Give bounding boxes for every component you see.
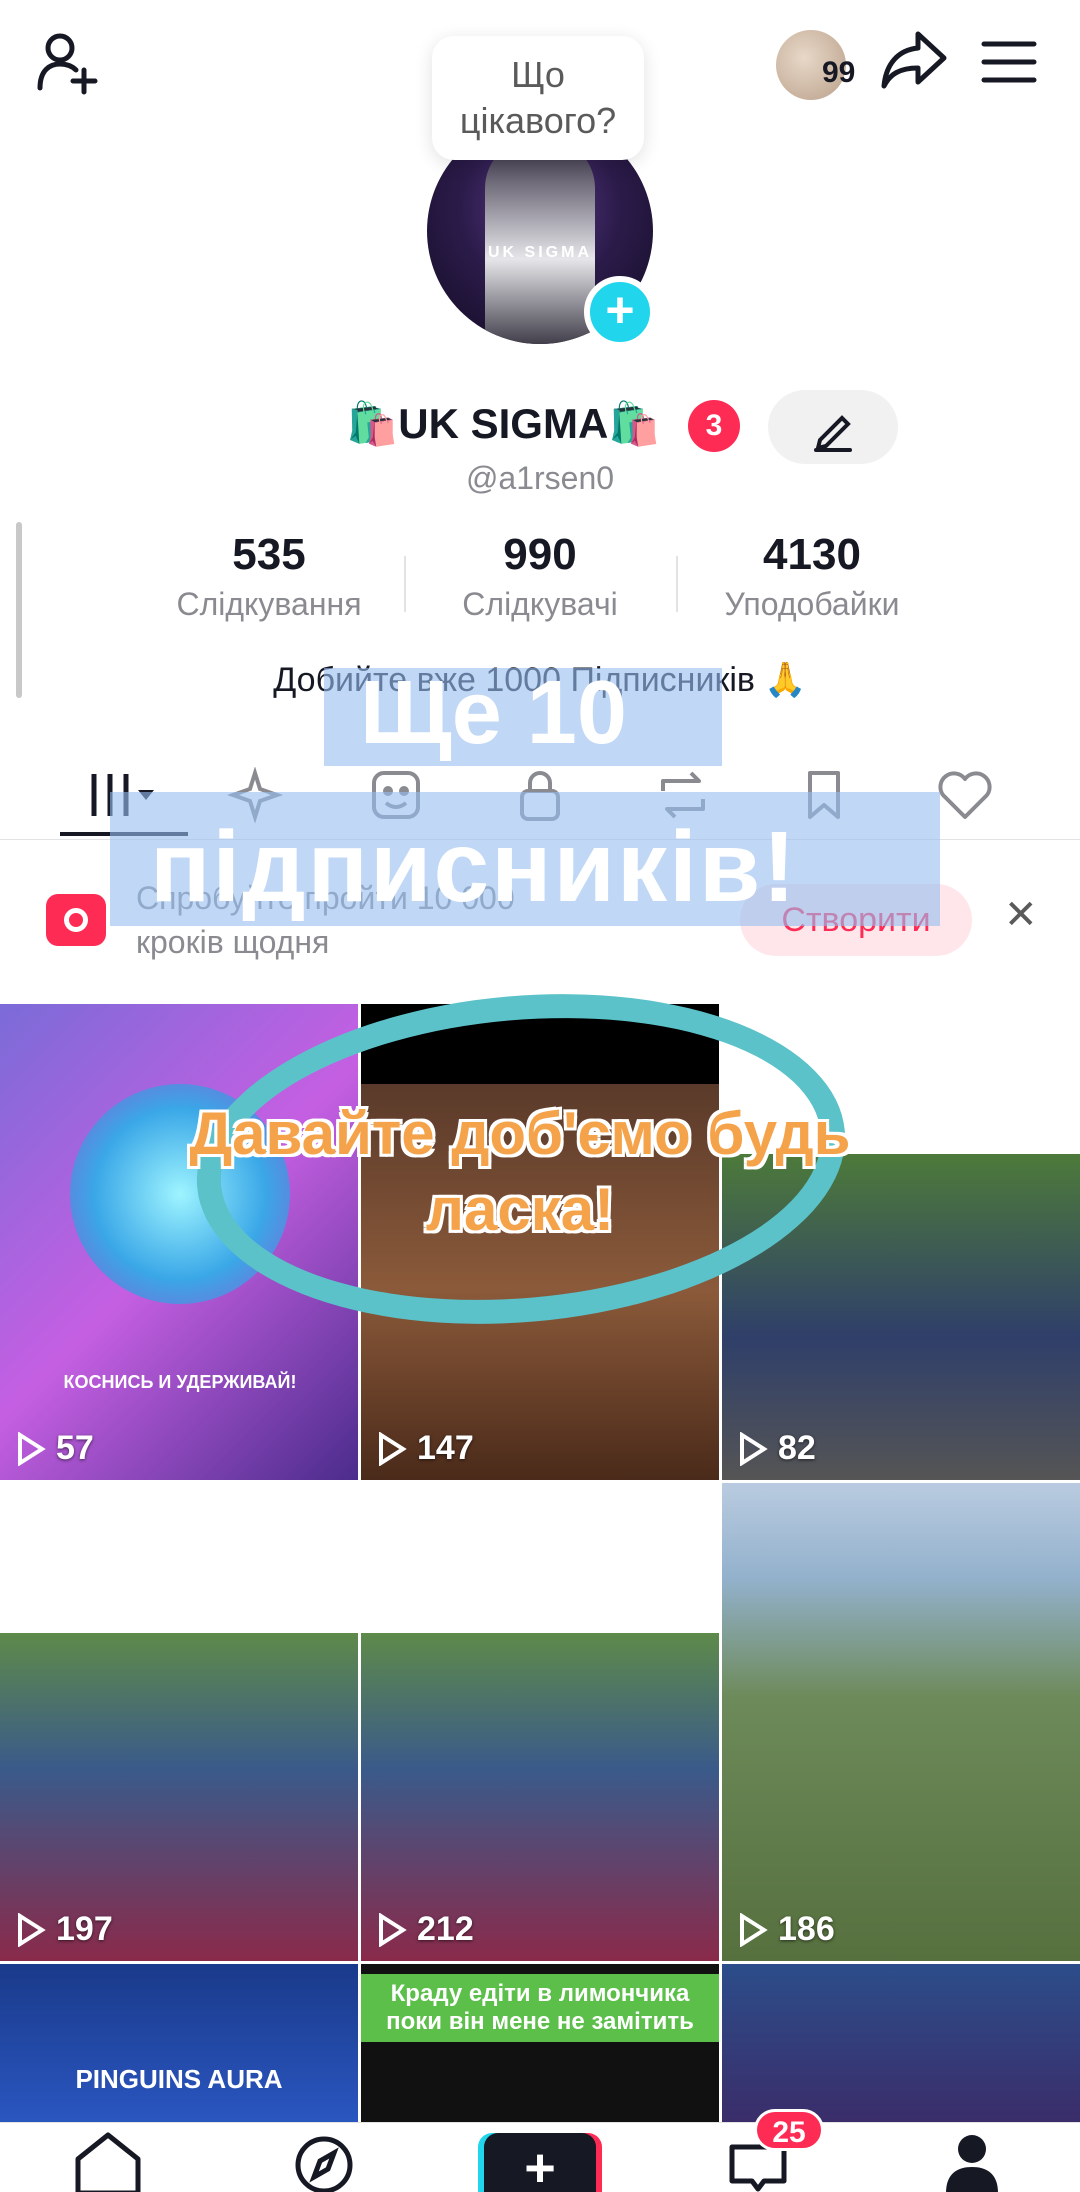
thumbnail-label: Краду едіти в лимончика поки він мене не… [361,1974,719,2042]
video-thumbnail[interactable]: PINGUINS AURA [0,1964,358,2122]
profile-screenshot-header [361,1483,719,1633]
add-story-button[interactable]: + [584,276,656,348]
bottom-nav: + 25 [0,2109,1080,2192]
create-video-button[interactable]: + [484,2133,596,2192]
view-count-value: 212 [417,1910,474,1948]
stat-value: 4130 [763,530,861,579]
view-count: 82 [738,1429,816,1468]
view-count-value: 197 [56,1910,113,1948]
whats-new-bubble[interactable]: Що цікавого? [432,36,644,160]
stat-followers[interactable]: 990 Слідкувачі [405,530,675,623]
view-count: 212 [377,1910,474,1949]
stat-value: 990 [503,530,577,579]
share-icon[interactable] [880,30,948,90]
stats-row: 535 Слідкування 990 Слідкувачі 4130 Упод… [0,530,1080,640]
video-thumbnail[interactable]: Краду едіти в лимончика поки він мене не… [361,1964,719,2122]
close-icon[interactable]: ✕ [1004,892,1038,938]
stat-following[interactable]: 535 Слідкування [134,530,404,623]
overlay-text-line3: Давайте доб'ємо будь ласка! [189,1100,851,1243]
play-icon [740,1912,768,1947]
notification-badge[interactable]: 3 [688,400,740,452]
video-thumbnail[interactable]: 197 [0,1483,358,1961]
play-icon [18,1912,46,1947]
video-thumbnail[interactable] [722,1964,1080,2122]
view-count-value: 147 [417,1429,474,1467]
name-row: 🛍️UK SIGMA🛍️ [0,390,1080,460]
coin-count: 99 [822,56,856,89]
stat-label: Слідкувачі [462,586,618,622]
home-icon[interactable] [70,2129,146,2192]
thumbnail-label: PINGUINS AURA [75,2064,283,2094]
play-icon [379,1912,407,1947]
view-count: 147 [377,1429,474,1468]
video-thumbnail[interactable]: 212 [361,1483,719,1961]
play-icon [740,1431,768,1466]
stat-label: Уподобайки [724,586,900,622]
discover-icon[interactable] [292,2129,356,2192]
menu-icon[interactable] [980,38,1038,86]
view-count: 197 [16,1910,113,1949]
view-count-value: 57 [56,1429,94,1467]
avatar-tag: UK SIGMA [488,244,592,261]
view-count-value: 186 [778,1910,835,1948]
profile-icon[interactable] [940,2129,1004,2192]
heart-icon [938,771,992,819]
add-user-icon[interactable] [36,30,102,96]
stat-likes[interactable]: 4130 Уподобайки [677,530,947,623]
display-name: 🛍️UK SIGMA🛍️ [346,400,661,447]
overlay-text-line2: підписників! [150,811,798,923]
thumbnail-caption: КОСНИСЬ И УДЕРЖИВАЙ! [63,1372,297,1392]
profile-screenshot-header [0,1483,358,1633]
stat-value: 535 [232,530,306,579]
view-count: 186 [738,1910,835,1949]
overlay-text-line1: Ще 10 [360,663,627,763]
view-count: 57 [16,1429,94,1468]
avatar-figure [485,138,595,344]
video-thumbnail[interactable]: 186 [722,1483,1080,1961]
inbox-badge: 25 [754,2109,824,2151]
camera-icon [46,894,106,946]
play-icon [379,1431,407,1466]
stat-label: Слідкування [176,586,362,622]
pencil-icon [814,415,852,452]
username-handle: @a1rsen0 [465,460,615,496]
view-count-value: 82 [778,1429,816,1467]
play-icon [18,1431,46,1466]
edit-profile-button[interactable] [768,390,898,464]
